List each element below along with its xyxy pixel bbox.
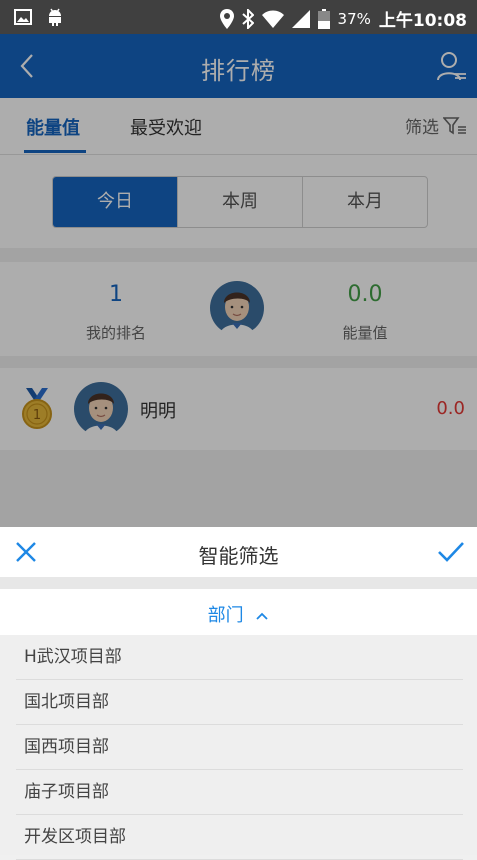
department-item[interactable]: 国北项目部 bbox=[16, 680, 463, 725]
check-icon[interactable] bbox=[437, 540, 465, 564]
filter-sheet-title: 智能筛选 bbox=[198, 544, 279, 568]
department-item[interactable]: 庙子项目部 bbox=[16, 770, 463, 815]
department-toggle[interactable]: 部门 bbox=[0, 589, 477, 635]
filter-sheet: 智能筛选 部门 H武汉项目部 国北项目部 国西项目部 庙子项目部 开发区项目部 bbox=[0, 527, 477, 860]
image-icon bbox=[14, 9, 32, 25]
department-list: H武汉项目部 国北项目部 国西项目部 庙子项目部 开发区项目部 bbox=[0, 635, 477, 860]
location-icon bbox=[219, 8, 234, 29]
department-label: 部门 bbox=[207, 605, 244, 626]
department-item[interactable]: 国西项目部 bbox=[16, 725, 463, 770]
department-item[interactable]: 开发区项目部 bbox=[16, 815, 463, 860]
bluetooth-icon bbox=[241, 8, 254, 29]
battery-percent: 37% bbox=[337, 9, 371, 28]
status-bar: 37% 上午10:08 bbox=[0, 0, 477, 34]
department-item[interactable]: H武汉项目部 bbox=[16, 635, 463, 680]
battery-icon bbox=[317, 8, 330, 29]
signal-icon bbox=[291, 9, 310, 28]
chevron-up-icon bbox=[256, 612, 268, 620]
wifi-icon bbox=[261, 10, 284, 28]
clock: 上午10:08 bbox=[378, 11, 467, 31]
filter-sheet-header: 智能筛选 bbox=[0, 527, 477, 577]
divider bbox=[0, 577, 477, 589]
android-icon bbox=[49, 8, 61, 26]
